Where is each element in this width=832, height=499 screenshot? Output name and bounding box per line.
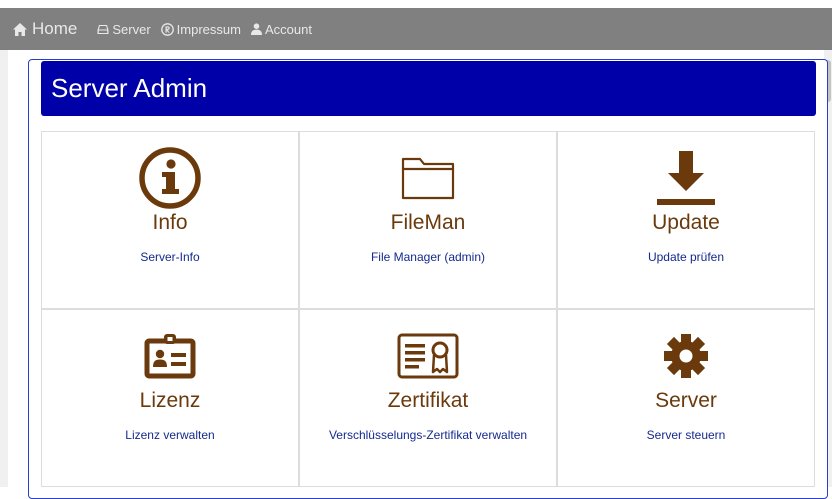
tile-zertifikat-link[interactable]: Verschlüsselungs-Zertifikat verwalten bbox=[329, 428, 527, 442]
tile-lizenz-title: Lizenz bbox=[139, 389, 201, 412]
tile-server-title: Server bbox=[655, 389, 717, 412]
left-gutter bbox=[0, 50, 8, 487]
tile-server-icon-wrap bbox=[662, 326, 710, 386]
tile-lizenz[interactable]: Lizenz Lizenz verwalten bbox=[41, 309, 299, 487]
tile-info[interactable]: Info Server-Info bbox=[41, 131, 299, 309]
page-title-bar: Server Admin bbox=[41, 61, 816, 116]
nav-home-link[interactable]: Home bbox=[12, 19, 77, 39]
top-navbar: Home Server Impressum Account bbox=[0, 0, 832, 50]
download-icon bbox=[657, 151, 715, 205]
tile-server[interactable]: Server Server steuern bbox=[557, 309, 815, 487]
tile-zertifikat[interactable]: Zertifikat Verschlüsselungs-Zertifikat v… bbox=[299, 309, 557, 487]
tile-fileman-title: FileMan bbox=[390, 211, 466, 234]
tile-info-icon-wrap bbox=[138, 147, 202, 209]
tile-update-title: Update bbox=[652, 211, 720, 234]
tile-info-title: Info bbox=[152, 211, 188, 234]
page-title: Server Admin bbox=[51, 73, 208, 103]
user-icon bbox=[250, 23, 262, 35]
tile-fileman-icon-wrap bbox=[400, 148, 456, 208]
server-icon bbox=[97, 24, 109, 34]
tile-zertifikat-title: Zertifikat bbox=[387, 389, 469, 412]
tile-info-link[interactable]: Server-Info bbox=[140, 250, 199, 264]
tile-fileman[interactable]: FileMan File Manager (admin) bbox=[299, 131, 557, 309]
tile-zertifikat-icon-wrap bbox=[397, 326, 459, 386]
tile-update-link[interactable]: Update prüfen bbox=[648, 250, 724, 264]
tile-update-icon-wrap bbox=[654, 148, 718, 208]
nav-account-link[interactable]: Account bbox=[250, 21, 312, 37]
registered-icon bbox=[160, 22, 174, 36]
nav-impressum-label: Impressum bbox=[176, 21, 241, 37]
tile-lizenz-icon-wrap bbox=[144, 326, 196, 386]
nav-server-link[interactable]: Server bbox=[97, 21, 151, 37]
folder-icon bbox=[401, 157, 455, 200]
home-icon bbox=[13, 22, 27, 36]
gear-icon bbox=[664, 334, 708, 378]
nav-impressum-link[interactable]: Impressum bbox=[160, 21, 241, 37]
nav-account-label: Account bbox=[264, 21, 312, 37]
id-badge-icon bbox=[144, 334, 196, 379]
info-circle-icon bbox=[139, 147, 201, 209]
nav-home-label: Home bbox=[32, 19, 78, 38]
tile-fileman-link[interactable]: File Manager (admin) bbox=[371, 250, 485, 264]
tile-update[interactable]: Update Update prüfen bbox=[557, 131, 815, 309]
nav-server-label: Server bbox=[112, 21, 151, 37]
certificate-icon bbox=[397, 333, 459, 379]
tile-server-link[interactable]: Server steuern bbox=[647, 428, 726, 442]
tile-lizenz-link[interactable]: Lizenz verwalten bbox=[125, 428, 214, 442]
